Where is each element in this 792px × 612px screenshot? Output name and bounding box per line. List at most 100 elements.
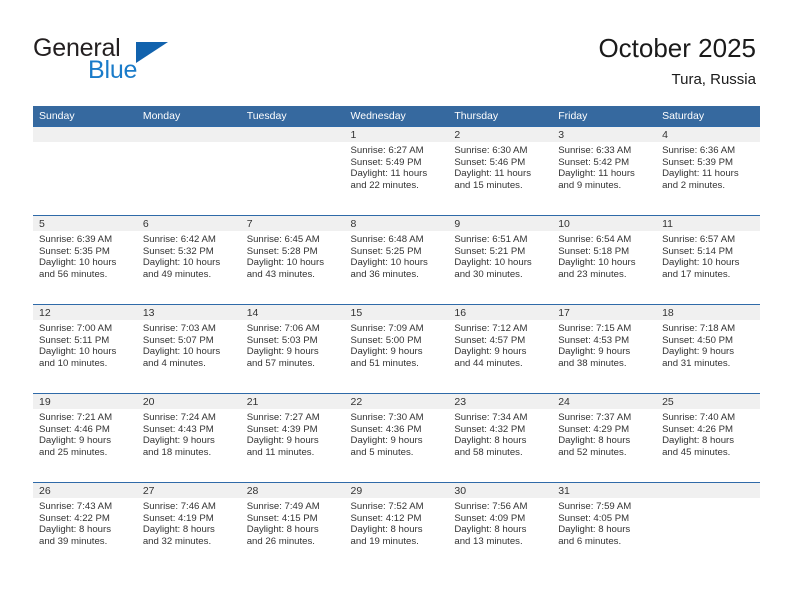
daylight-duration-line2: and 36 minutes. bbox=[350, 268, 419, 280]
daylight-duration-line2: and 19 minutes. bbox=[350, 535, 419, 547]
sunset-time: Sunset: 5:14 PM bbox=[662, 245, 733, 257]
calendar-day-cell[interactable]: 30 Sunrise: 7:56 AM Sunset: 4:09 PM Dayligh… bbox=[448, 482, 553, 572]
weekday-header-friday: Friday bbox=[552, 106, 657, 127]
calendar-day-cell[interactable]: 20 Sunrise: 7:24 AM Sunset: 4:43 PM Dayligh… bbox=[136, 393, 241, 483]
day-details: Sunrise: 7:00 AM Sunset: 5:11 PM Daylight:… bbox=[33, 320, 137, 369]
weekday-header-thursday: Thursday bbox=[448, 106, 553, 127]
calendar-day-cell[interactable]: 23 Sunrise: 7:34 AM Sunset: 4:32 PM Dayligh… bbox=[448, 393, 553, 483]
calendar-day-cell[interactable]: 28 Sunrise: 7:49 AM Sunset: 4:15 PM Dayligh… bbox=[240, 482, 345, 572]
calendar-day-cell[interactable]: 9 Sunrise: 6:51 AM Sunset: 5:21 PM Daylight… bbox=[448, 215, 553, 305]
daylight-duration-line2: and 25 minutes. bbox=[39, 446, 108, 458]
daylight-duration-line2: and 45 minutes. bbox=[662, 446, 731, 458]
daylight-duration-line1: Daylight: 10 hours bbox=[246, 257, 325, 269]
daylight-duration-line1: Daylight: 9 hours bbox=[558, 346, 631, 358]
general-blue-logo[interactable]: General Blue bbox=[33, 34, 263, 90]
calendar-day-cell[interactable]: 26 Sunrise: 7:43 AM Sunset: 4:22 PM Dayligh… bbox=[33, 482, 137, 572]
calendar-day-cell[interactable]: 6 Sunrise: 6:42 AM Sunset: 5:32 PM Daylight… bbox=[136, 215, 241, 305]
calendar-day-cell[interactable]: 4 Sunrise: 6:36 AM Sunset: 5:39 PM Daylight… bbox=[656, 126, 760, 216]
calendar-week-row: 26 Sunrise: 7:43 AM Sunset: 4:22 PM Dayligh… bbox=[33, 482, 760, 572]
sunset-time: Sunset: 5:42 PM bbox=[558, 156, 630, 168]
calendar-day-cell[interactable]: 8 Sunrise: 6:48 AM Sunset: 5:25 PM Daylight… bbox=[344, 215, 449, 305]
day-details: Sunrise: 7:40 AM Sunset: 4:26 PM Daylight:… bbox=[656, 409, 760, 458]
calendar-day-cell[interactable]: 16 Sunrise: 7:12 AM Sunset: 4:57 PM Dayligh… bbox=[448, 304, 553, 394]
daylight-duration-line1: Daylight: 9 hours bbox=[39, 435, 111, 447]
weekday-header-sunday: Sunday bbox=[33, 106, 137, 127]
day-cell-inner: 8 Sunrise: 6:48 AM Sunset: 5:25 PM Daylight… bbox=[344, 216, 449, 304]
calendar-day-cell[interactable]: 7 Sunrise: 6:45 AM Sunset: 5:28 PM Daylight… bbox=[240, 215, 345, 305]
sunset-time: Sunset: 4:26 PM bbox=[662, 423, 733, 435]
day-number: 27 bbox=[136, 483, 241, 498]
daylight-duration-line1: Daylight: 11 hours bbox=[558, 168, 635, 180]
calendar-day-cell[interactable]: 29 Sunrise: 7:52 AM Sunset: 4:12 PM Dayligh… bbox=[344, 482, 449, 572]
day-details: Sunrise: 6:42 AM Sunset: 5:32 PM Daylight:… bbox=[137, 231, 241, 280]
day-number: 16 bbox=[448, 305, 553, 320]
daylight-duration-line2: and 49 minutes. bbox=[142, 268, 212, 280]
daylight-duration-line2: and 18 minutes. bbox=[142, 446, 212, 458]
daylight-duration-line1: Daylight: 10 hours bbox=[350, 257, 428, 269]
calendar-week-row: 1 Sunrise: 6:27 AM Sunset: 5:49 PM Daylight… bbox=[33, 126, 760, 216]
page-title: October 2025 bbox=[598, 33, 756, 63]
day-details: Sunrise: 7:27 AM Sunset: 4:39 PM Daylight:… bbox=[241, 409, 345, 458]
daylight-duration-line1: Daylight: 8 hours bbox=[246, 524, 319, 536]
daylight-duration-line2: and 15 minutes. bbox=[454, 179, 523, 191]
calendar-day-cell-empty bbox=[656, 482, 760, 572]
daylight-duration-line1: Daylight: 10 hours bbox=[39, 346, 117, 358]
day-cell-inner: 16 Sunrise: 7:12 AM Sunset: 4:57 PM Dayligh… bbox=[448, 305, 553, 393]
calendar-day-cell[interactable]: 31 Sunrise: 7:59 AM Sunset: 4:05 PM Dayligh… bbox=[552, 482, 657, 572]
calendar-day-cell[interactable]: 14 Sunrise: 7:06 AM Sunset: 5:03 PM Dayligh… bbox=[240, 304, 345, 394]
calendar-header-row: Sunday Monday Tuesday Wednesday Thursday Frid… bbox=[33, 106, 760, 127]
day-cell-inner: 11 Sunrise: 6:57 AM Sunset: 5:14 PM Dayligh… bbox=[656, 216, 760, 304]
day-number: 8 bbox=[344, 216, 449, 231]
sunrise-time: Sunrise: 6:30 AM bbox=[454, 145, 528, 156]
day-details: Sunrise: 7:03 AM Sunset: 5:07 PM Daylight:… bbox=[137, 320, 241, 369]
daylight-duration-line1: Daylight: 8 hours bbox=[558, 435, 631, 447]
sunset-time: Sunset: 4:53 PM bbox=[558, 334, 630, 346]
calendar-week-row: 5 Sunrise: 6:39 AM Sunset: 5:35 PM Daylight… bbox=[33, 215, 760, 305]
calendar-day-cell[interactable]: 15 Sunrise: 7:09 AM Sunset: 5:00 PM Dayligh… bbox=[344, 304, 449, 394]
sunset-time: Sunset: 4:50 PM bbox=[662, 334, 733, 346]
calendar-week-row: 12 Sunrise: 7:00 AM Sunset: 5:11 PM Dayligh… bbox=[33, 304, 760, 394]
calendar-day-cell[interactable]: 3 Sunrise: 6:33 AM Sunset: 5:42 PM Daylight… bbox=[552, 126, 657, 216]
day-details: Sunrise: 7:06 AM Sunset: 5:03 PM Daylight:… bbox=[241, 320, 345, 369]
calendar-day-cell[interactable]: 17 Sunrise: 7:15 AM Sunset: 4:53 PM Dayligh… bbox=[552, 304, 657, 394]
calendar-day-cell[interactable]: 5 Sunrise: 6:39 AM Sunset: 5:35 PM Daylight… bbox=[33, 215, 137, 305]
day-cell-inner: 31 Sunrise: 7:59 AM Sunset: 4:05 PM Dayligh… bbox=[552, 483, 657, 572]
daylight-duration-line1: Daylight: 11 hours bbox=[454, 168, 531, 180]
day-details: Sunrise: 6:27 AM Sunset: 5:49 PM Daylight:… bbox=[345, 142, 449, 191]
sunset-time: Sunset: 4:57 PM bbox=[454, 334, 526, 346]
calendar-day-cell[interactable]: 12 Sunrise: 7:00 AM Sunset: 5:11 PM Dayligh… bbox=[33, 304, 137, 394]
day-number: 24 bbox=[552, 394, 657, 409]
day-cell-inner: 3 Sunrise: 6:33 AM Sunset: 5:42 PM Daylight… bbox=[552, 127, 657, 215]
calendar-day-cell[interactable]: 22 Sunrise: 7:30 AM Sunset: 4:36 PM Dayligh… bbox=[344, 393, 449, 483]
calendar-day-cell[interactable]: 19 Sunrise: 7:21 AM Sunset: 4:46 PM Dayligh… bbox=[33, 393, 137, 483]
page-subtitle-location: Tura, Russia bbox=[671, 71, 756, 88]
calendar-day-cell[interactable]: 1 Sunrise: 6:27 AM Sunset: 5:49 PM Daylight… bbox=[344, 126, 449, 216]
day-number: 1 bbox=[344, 127, 449, 142]
calendar-day-cell[interactable]: 24 Sunrise: 7:37 AM Sunset: 4:29 PM Dayligh… bbox=[552, 393, 657, 483]
sunset-time: Sunset: 5:25 PM bbox=[350, 245, 422, 257]
calendar-day-cell[interactable]: 11 Sunrise: 6:57 AM Sunset: 5:14 PM Dayligh… bbox=[656, 215, 760, 305]
day-cell-inner: 26 Sunrise: 7:43 AM Sunset: 4:22 PM Dayligh… bbox=[33, 483, 137, 572]
daylight-duration-line1: Daylight: 10 hours bbox=[142, 346, 221, 358]
daylight-duration-line1: Daylight: 9 hours bbox=[350, 435, 423, 447]
calendar-day-cell[interactable]: 21 Sunrise: 7:27 AM Sunset: 4:39 PM Dayligh… bbox=[240, 393, 345, 483]
sunrise-time: Sunrise: 7:52 AM bbox=[350, 501, 424, 512]
calendar-day-cell[interactable]: 18 Sunrise: 7:18 AM Sunset: 4:50 PM Dayligh… bbox=[656, 304, 760, 394]
calendar-day-cell[interactable]: 13 Sunrise: 7:03 AM Sunset: 5:07 PM Dayligh… bbox=[136, 304, 241, 394]
day-details: Sunrise: 7:59 AM Sunset: 4:05 PM Daylight:… bbox=[552, 498, 656, 547]
day-details: Sunrise: 6:57 AM Sunset: 5:14 PM Daylight:… bbox=[656, 231, 760, 280]
day-cell-inner: 29 Sunrise: 7:52 AM Sunset: 4:12 PM Dayligh… bbox=[344, 483, 449, 572]
calendar-day-cell[interactable]: 27 Sunrise: 7:46 AM Sunset: 4:19 PM Dayligh… bbox=[136, 482, 241, 572]
daylight-duration-line2: and 39 minutes. bbox=[39, 535, 108, 547]
day-number: 11 bbox=[656, 216, 760, 231]
sunrise-time: Sunrise: 7:06 AM bbox=[246, 323, 320, 334]
calendar-day-cell[interactable]: 2 Sunrise: 6:30 AM Sunset: 5:46 PM Daylight… bbox=[448, 126, 553, 216]
day-details: Sunrise: 6:48 AM Sunset: 5:25 PM Daylight:… bbox=[345, 231, 449, 280]
sunset-time: Sunset: 5:21 PM bbox=[454, 245, 526, 257]
calendar-day-cell[interactable]: 10 Sunrise: 6:54 AM Sunset: 5:18 PM Dayligh… bbox=[552, 215, 657, 305]
day-details: Sunrise: 7:12 AM Sunset: 4:57 PM Daylight:… bbox=[448, 320, 552, 369]
calendar-day-cell[interactable]: 25 Sunrise: 7:40 AM Sunset: 4:26 PM Dayligh… bbox=[656, 393, 760, 483]
day-details: Sunrise: 6:39 AM Sunset: 5:35 PM Daylight:… bbox=[33, 231, 137, 280]
sunset-time: Sunset: 5:07 PM bbox=[142, 334, 214, 346]
day-number: 22 bbox=[344, 394, 449, 409]
